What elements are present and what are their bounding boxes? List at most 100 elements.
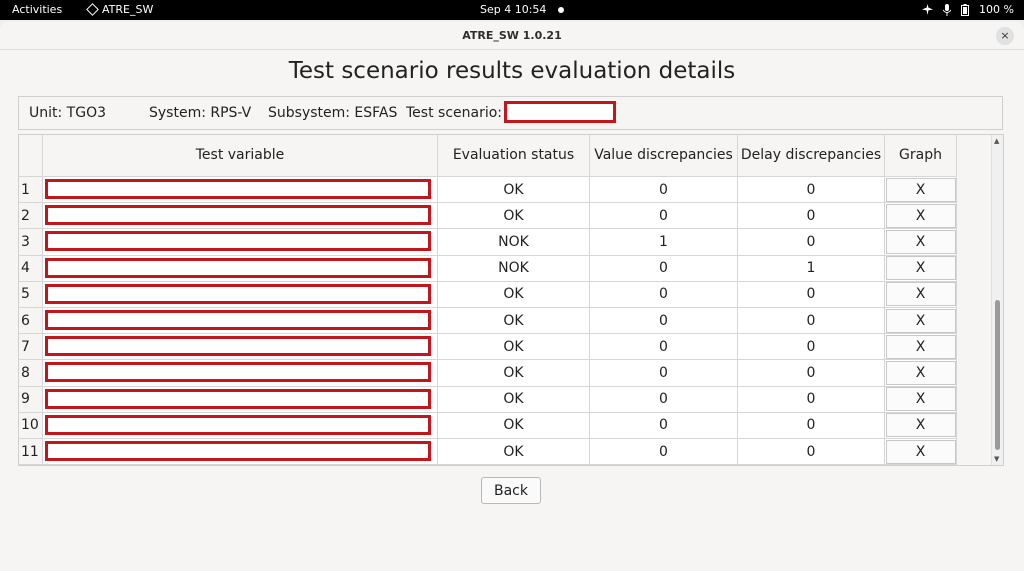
test-variable-redacted (45, 362, 431, 383)
evaluation-status-cell: OK (438, 177, 590, 204)
row-index: 8 (19, 360, 43, 387)
evaluation-status-cell: OK (438, 308, 590, 335)
table-row[interactable]: 9 OK 0 0 X (19, 386, 957, 413)
table-header: Test variable Evaluation status Value di… (19, 135, 957, 177)
test-variable-redacted (45, 336, 431, 357)
row-index: 5 (19, 281, 43, 308)
evaluation-status-cell: OK (438, 439, 590, 465)
delay-discrepancies-cell: 0 (738, 308, 885, 335)
graph-button[interactable]: X (885, 308, 956, 333)
header-graph[interactable]: Graph (885, 135, 957, 177)
evaluation-status-cell: NOK (438, 255, 590, 282)
row-index: 2 (19, 203, 43, 230)
app-name: ATRE_SW (102, 3, 154, 16)
test-variable-cell (43, 308, 438, 335)
scrollbar-thumb[interactable] (995, 300, 1000, 450)
graph-button[interactable]: X (885, 282, 956, 307)
row-index: 9 (19, 386, 43, 413)
test-variable-cell (43, 177, 438, 204)
notification-dot-icon (558, 7, 564, 13)
delay-discrepancies-cell: 1 (738, 255, 885, 282)
graph-cell: X (885, 412, 957, 439)
app-menu[interactable]: ATRE_SW (86, 3, 154, 16)
graph-button[interactable]: X (885, 360, 956, 385)
graph-button[interactable]: X (885, 177, 956, 202)
test-scenario-redacted (504, 101, 616, 123)
evaluation-status-cell: OK (438, 203, 590, 230)
battery-icon (961, 3, 970, 16)
header-evaluation-status[interactable]: Evaluation status (438, 135, 590, 177)
evaluation-status-cell: OK (438, 412, 590, 439)
graph-cell: X (885, 360, 957, 387)
graph-cell: X (885, 439, 957, 465)
battery-percent: 100 % (979, 3, 1014, 16)
test-variable-redacted (45, 414, 431, 435)
table-row[interactable]: 11 OK 0 0 X (19, 439, 957, 465)
value-discrepancies-cell: 0 (590, 439, 738, 465)
value-discrepancies-cell: 0 (590, 360, 738, 387)
value-discrepancies-cell: 0 (590, 386, 738, 413)
table-row[interactable]: 10 OK 0 0 X (19, 412, 957, 439)
row-index: 1 (19, 177, 43, 204)
scenario-info-bar: Unit: TGO3 System: RPS-V Subsystem: ESFA… (18, 96, 1003, 130)
table-row[interactable]: 2 OK 0 0 X (19, 203, 957, 230)
row-index: 3 (19, 229, 43, 256)
table-row[interactable]: 6 OK 0 0 X (19, 308, 957, 335)
graph-cell: X (885, 203, 957, 230)
header-test-variable[interactable]: Test variable (43, 135, 438, 177)
test-variable-cell (43, 412, 438, 439)
test-variable-redacted (45, 231, 431, 252)
test-variable-cell (43, 229, 438, 256)
header-delay-discrepancies[interactable]: Delay discrepancies (738, 135, 885, 177)
page-title: Test scenario results evaluation details (288, 58, 736, 84)
system-tray[interactable]: 100 % (922, 3, 1014, 16)
scroll-up-icon[interactable]: ▲ (994, 137, 999, 145)
test-variable-cell (43, 439, 438, 465)
graph-button[interactable]: X (885, 203, 956, 228)
graph-cell: X (885, 308, 957, 335)
table-row[interactable]: 5 OK 0 0 X (19, 281, 957, 308)
test-variable-redacted (45, 205, 431, 226)
test-variable-redacted (45, 283, 431, 304)
value-discrepancies-cell: 0 (590, 203, 738, 230)
system-top-bar: Activities ATRE_SW Sep 4 10:54 100 % (0, 0, 1024, 20)
test-variable-redacted (45, 257, 431, 278)
system-label: System: RPS-V (149, 105, 252, 121)
graph-button[interactable]: X (885, 439, 956, 464)
close-icon[interactable]: × (996, 27, 1014, 45)
table-row[interactable]: 7 OK 0 0 X (19, 334, 957, 361)
microphone-icon (943, 3, 952, 16)
graph-button[interactable]: X (885, 256, 956, 281)
table-row[interactable]: 1 OK 0 0 X (19, 177, 957, 204)
graph-button[interactable]: X (885, 387, 956, 412)
graph-cell: X (885, 386, 957, 413)
table-row[interactable]: 4 NOK 0 1 X (19, 255, 957, 282)
evaluation-status-cell: OK (438, 281, 590, 308)
graph-cell: X (885, 281, 957, 308)
table-row[interactable]: 3 NOK 1 0 X (19, 229, 957, 256)
graph-cell: X (885, 255, 957, 282)
test-scenario-label: Test scenario: (406, 105, 503, 121)
graph-cell: X (885, 177, 957, 204)
activities-button[interactable]: Activities (12, 3, 62, 16)
delay-discrepancies-cell: 0 (738, 229, 885, 256)
test-variable-cell (43, 281, 438, 308)
unit-label: Unit: TGO3 (29, 105, 106, 121)
subsystem-label: Subsystem: ESFAS (268, 105, 398, 121)
test-variable-cell (43, 203, 438, 230)
scroll-down-icon[interactable]: ▼ (994, 455, 999, 463)
app-diamond-icon (86, 3, 99, 16)
graph-button[interactable]: X (885, 334, 956, 359)
header-value-discrepancies[interactable]: Value discrepancies (590, 135, 738, 177)
graph-cell: X (885, 334, 957, 361)
back-button[interactable]: Back (481, 477, 541, 504)
test-variable-redacted (45, 441, 431, 461)
clock[interactable]: Sep 4 10:54 (480, 3, 546, 16)
graph-button[interactable]: X (885, 413, 956, 438)
window-titlebar[interactable]: ATRE_SW 1.0.21 × (0, 22, 1024, 50)
graph-button[interactable]: X (885, 229, 956, 254)
table-scrollbar[interactable]: ▲ ▼ (991, 135, 1003, 465)
row-index: 11 (19, 439, 43, 465)
table-row[interactable]: 8 OK 0 0 X (19, 360, 957, 387)
evaluation-status-cell: OK (438, 360, 590, 387)
